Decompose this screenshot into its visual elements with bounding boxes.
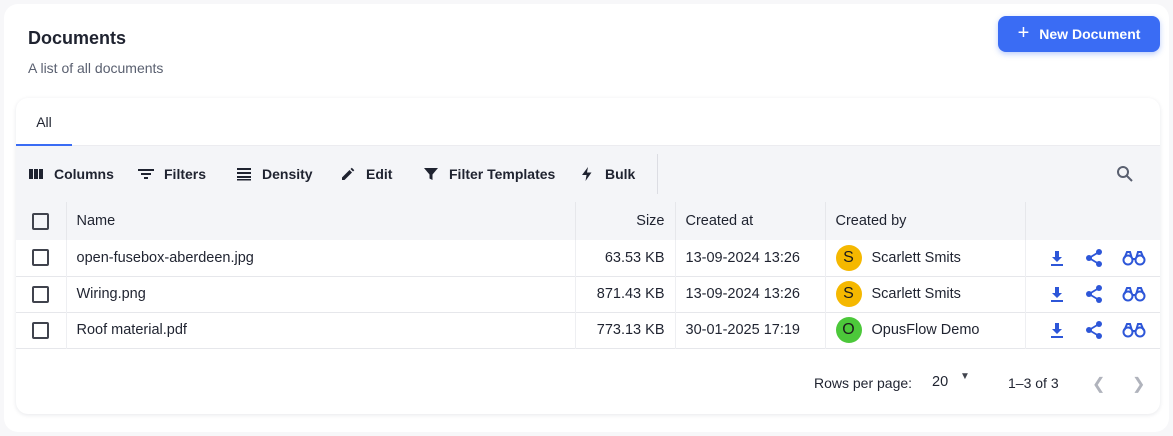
created-by-cell: S Scarlett Smits xyxy=(825,240,1026,276)
filters-label: Filters xyxy=(164,166,207,182)
toolbar-divider xyxy=(657,154,658,194)
caret-down-icon[interactable]: ▼ xyxy=(960,371,970,382)
documents-table: Name Size Created at Created by open-fus… xyxy=(16,202,1160,349)
page-title: Documents xyxy=(28,28,127,48)
download-icon[interactable] xyxy=(1048,285,1066,303)
avatar: O xyxy=(835,317,862,343)
row-select-cell xyxy=(16,240,67,276)
row-select-cell xyxy=(16,312,67,348)
density-label: Density xyxy=(262,166,313,182)
page-subtitle: A list of all documents xyxy=(28,60,164,76)
filter-templates-label: Filter Templates xyxy=(449,166,556,182)
table-row[interactable]: Wiring.png 871.43 KB 13-09-2024 13:26 S … xyxy=(16,276,1160,312)
select-all-checkbox[interactable] xyxy=(32,212,49,230)
pagination-range: 1–3 of 3 xyxy=(1008,375,1059,391)
filter-lines-icon xyxy=(138,169,154,179)
download-icon[interactable] xyxy=(1048,249,1066,267)
creator-name: OpusFlow Demo xyxy=(871,322,980,338)
pagination-footer: Rows per page: 20 ▼ 1–3 of 3 ❮ ❯ xyxy=(16,350,1160,414)
columns-icon xyxy=(29,169,43,179)
tab-bar: All xyxy=(16,98,1160,146)
pencil-icon xyxy=(342,167,355,180)
filters-button[interactable]: Filters xyxy=(138,146,206,202)
created-by-cell: O OpusFlow Demo xyxy=(825,312,1026,348)
created-by-cell: S Scarlett Smits xyxy=(825,276,1026,312)
row-actions xyxy=(1025,312,1160,348)
row-checkbox[interactable] xyxy=(32,321,49,339)
chevron-right-icon[interactable]: ❯ xyxy=(1132,374,1145,394)
binoculars-icon[interactable] xyxy=(1122,249,1146,267)
share-icon[interactable] xyxy=(1084,284,1104,304)
row-actions xyxy=(1025,240,1160,276)
created-at: 13-09-2024 13:26 xyxy=(675,276,826,312)
file-size: 63.53 KB xyxy=(575,240,676,276)
avatar: S xyxy=(835,244,862,271)
header-name[interactable]: Name xyxy=(66,202,576,240)
rows-per-page-select[interactable]: 20 xyxy=(932,374,948,390)
header-actions xyxy=(1025,202,1160,240)
header-size[interactable]: Size xyxy=(575,202,676,240)
file-name[interactable]: Roof material.pdf xyxy=(66,312,576,348)
header-created-at[interactable]: Created at xyxy=(675,202,826,240)
table-header-row: Name Size Created at Created by xyxy=(16,202,1160,240)
toolbar: Columns Filters Density Edit Filter Temp… xyxy=(16,146,1160,202)
row-select-cell xyxy=(16,276,67,312)
page: Documents A list of all documents + New … xyxy=(0,0,1173,436)
creator-name: Scarlett Smits xyxy=(871,249,961,266)
file-size: 871.43 KB xyxy=(575,276,676,312)
filter-templates-button[interactable]: Filter Templates xyxy=(423,146,555,202)
file-size: 773.13 KB xyxy=(575,312,676,348)
density-icon xyxy=(237,168,251,181)
columns-button[interactable]: Columns xyxy=(28,146,114,202)
table-row[interactable]: open-fusebox-aberdeen.jpg 63.53 KB 13-09… xyxy=(16,240,1160,276)
binoculars-icon[interactable] xyxy=(1122,285,1146,303)
row-actions xyxy=(1025,276,1160,312)
rows-per-page-label: Rows per page: xyxy=(814,375,913,391)
edit-button[interactable]: Edit xyxy=(340,146,392,202)
table-row[interactable]: Roof material.pdf 773.13 KB 30-01-2025 1… xyxy=(16,312,1160,348)
row-checkbox[interactable] xyxy=(32,249,49,267)
documents-card: All Columns Filters Density Edit Filter … xyxy=(16,98,1160,414)
avatar: S xyxy=(835,281,862,307)
created-at: 30-01-2025 17:19 xyxy=(675,312,826,348)
bulk-button[interactable]: Bulk xyxy=(579,146,635,202)
header-created-by[interactable]: Created by xyxy=(825,202,1026,240)
row-checkbox[interactable] xyxy=(32,285,49,303)
created-at: 13-09-2024 13:26 xyxy=(675,240,826,276)
binoculars-icon[interactable] xyxy=(1122,321,1146,339)
density-button[interactable]: Density xyxy=(236,146,313,202)
chevron-left-icon[interactable]: ❮ xyxy=(1092,374,1105,394)
tab-all[interactable]: All xyxy=(16,98,72,146)
plus-icon: + xyxy=(1017,22,1030,44)
new-document-label: New Document xyxy=(1039,26,1141,42)
share-icon[interactable] xyxy=(1084,248,1104,268)
bulk-label: Bulk xyxy=(605,166,636,182)
download-icon[interactable] xyxy=(1048,321,1066,339)
new-document-button[interactable]: + New Document xyxy=(998,16,1160,52)
select-all-cell xyxy=(16,202,67,240)
tab-all-label: All xyxy=(36,114,52,130)
share-icon[interactable] xyxy=(1084,320,1104,340)
funnel-icon xyxy=(424,168,438,180)
file-name[interactable]: open-fusebox-aberdeen.jpg xyxy=(66,240,576,276)
bolt-icon xyxy=(582,167,592,181)
search-icon[interactable] xyxy=(1116,165,1134,183)
edit-label: Edit xyxy=(366,166,393,182)
creator-name: Scarlett Smits xyxy=(871,286,961,302)
file-name[interactable]: Wiring.png xyxy=(66,276,576,312)
columns-label: Columns xyxy=(54,166,114,182)
